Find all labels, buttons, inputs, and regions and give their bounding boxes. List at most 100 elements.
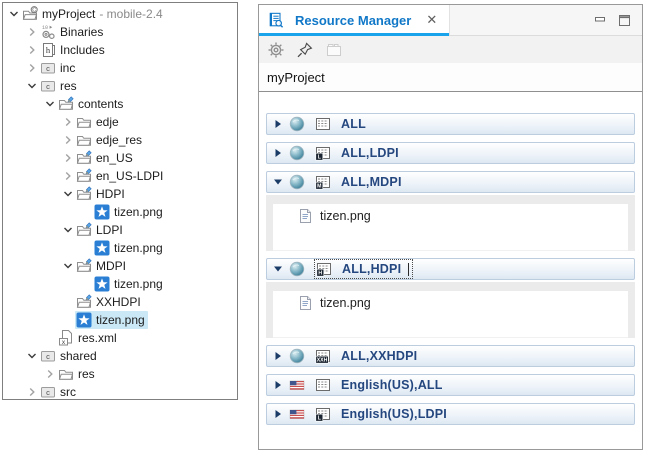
resource-group-label: ALL,HDPI xyxy=(342,262,401,276)
expand-triangle-icon[interactable] xyxy=(273,380,283,390)
svg-text:10: 10 xyxy=(42,25,48,31)
tree-item-hdpi[interactable]: HDPI xyxy=(3,185,237,203)
resource-group-title-area: English(US),ALL xyxy=(315,377,443,393)
collapse-chevron-icon[interactable] xyxy=(61,223,75,237)
tree-item-tizen-png[interactable]: tizen.png xyxy=(3,311,237,329)
collapse-triangle-icon[interactable] xyxy=(273,177,283,187)
res-folder-icon xyxy=(76,150,92,166)
expand-chevron-icon[interactable] xyxy=(61,151,75,165)
c-folder-icon: c xyxy=(40,78,56,94)
collapse-chevron-icon[interactable] xyxy=(61,259,75,273)
project-icon: C xyxy=(22,6,38,22)
tree-item-label: LDPI xyxy=(96,222,123,238)
tree-item-res-xml[interactable]: xres.xml xyxy=(3,329,237,347)
tree-item-contents[interactable]: contents xyxy=(3,95,237,113)
collapse-chevron-icon[interactable] xyxy=(25,79,39,93)
tree-item-tizen-png[interactable]: tizen.png xyxy=(3,239,237,257)
svg-text:c: c xyxy=(46,388,50,397)
collapse-chevron-icon[interactable] xyxy=(61,187,75,201)
tree-indent-spacer xyxy=(61,313,75,327)
tree-item-tizen-png[interactable]: tizen.png xyxy=(3,203,237,221)
project-tree: CmyProject- mobile-2.410BinarieshInclude… xyxy=(3,5,237,400)
tree-indent-spacer xyxy=(79,277,93,291)
expand-triangle-icon[interactable] xyxy=(273,409,283,419)
c-folder-icon: c xyxy=(40,348,56,364)
expand-triangle-icon[interactable] xyxy=(273,148,283,158)
resource-group-header-all-ldpi[interactable]: LALL,LDPI xyxy=(266,142,635,164)
resource-group-title-area: LALL,LDPI xyxy=(315,145,399,161)
expand-chevron-icon[interactable] xyxy=(61,115,75,129)
tree-item-edje-res[interactable]: edje_res xyxy=(3,131,237,149)
tree-item-shared[interactable]: cshared xyxy=(3,347,237,365)
new-view-icon xyxy=(324,40,344,60)
tree-item-src[interactable]: csrc xyxy=(3,383,237,400)
collapse-chevron-icon[interactable] xyxy=(43,97,57,111)
tree-item-label: MDPI xyxy=(96,258,126,274)
expand-chevron-icon[interactable] xyxy=(61,133,75,147)
res-folder-icon xyxy=(76,168,92,184)
expand-triangle-icon[interactable] xyxy=(273,351,283,361)
expand-chevron-icon[interactable] xyxy=(61,169,75,183)
resource-manager-icon xyxy=(268,12,284,28)
tree-item-label: inc xyxy=(60,60,75,76)
resource-group-header-all-mdpi[interactable]: MALL,MDPI xyxy=(266,171,635,193)
tree-item-inc[interactable]: cinc xyxy=(3,59,237,77)
tree-item-myproject[interactable]: CmyProject- mobile-2.4 xyxy=(3,5,237,23)
screen-density-icon: M xyxy=(315,174,331,190)
collapse-chevron-icon[interactable] xyxy=(25,349,39,363)
resource-group-header-english-us-ldpi[interactable]: LEnglish(US),LDPI xyxy=(266,403,635,425)
tree-item-en-us-ldpi[interactable]: en_US-LDPI xyxy=(3,167,237,185)
expand-chevron-icon[interactable] xyxy=(25,25,39,39)
maximize-icon[interactable] xyxy=(617,13,632,28)
collapse-chevron-icon[interactable] xyxy=(7,7,21,21)
tree-indent-spacer xyxy=(79,241,93,255)
res-folder-icon xyxy=(58,96,74,112)
expand-chevron-icon[interactable] xyxy=(25,385,39,399)
settings-gear-icon[interactable] xyxy=(266,40,286,60)
tree-item-res[interactable]: cres xyxy=(3,77,237,95)
svg-text:C: C xyxy=(32,8,36,14)
resource-group-header-english-us-all[interactable]: English(US),ALL xyxy=(266,374,635,396)
collapse-triangle-icon[interactable] xyxy=(273,264,283,274)
svg-text:H: H xyxy=(318,271,322,277)
tab-resource-manager[interactable]: Resource Manager ✕ xyxy=(259,5,450,35)
project-name-row: myProject xyxy=(259,63,642,92)
tree-item-label: tizen.png xyxy=(114,240,163,256)
expand-triangle-icon[interactable] xyxy=(273,119,283,129)
tree-item-tizen-png[interactable]: tizen.png xyxy=(3,275,237,293)
tree-item-label: en_US xyxy=(96,150,133,166)
tizen-icon xyxy=(94,276,110,292)
view-window-controls xyxy=(593,5,642,35)
tree-item-includes[interactable]: hIncludes xyxy=(3,41,237,59)
tree-item-mdpi[interactable]: MDPI xyxy=(3,257,237,275)
resource-group-body: tizen.png xyxy=(266,195,635,251)
resource-group-header-all-xxhdpi[interactable]: XXHALL,XXHDPI xyxy=(266,345,635,367)
xml-icon: x xyxy=(58,330,74,346)
tree-item-edje[interactable]: edje xyxy=(3,113,237,131)
tree-item-label: edje xyxy=(96,114,119,130)
resource-item-tizen-png[interactable]: tizen.png xyxy=(273,204,628,224)
tab-close-icon[interactable]: ✕ xyxy=(426,12,437,28)
minimize-icon[interactable] xyxy=(593,13,608,28)
svg-text:M: M xyxy=(317,184,321,190)
binaries-icon: 10 xyxy=(40,24,56,40)
tree-item-xxhdpi[interactable]: XXHDPI xyxy=(3,293,237,311)
resource-group-header-all-hdpi[interactable]: H ALL,HDPI xyxy=(266,258,635,280)
tree-item-ldpi[interactable]: LDPI xyxy=(3,221,237,239)
tree-item-en-us[interactable]: en_US xyxy=(3,149,237,167)
svg-text:XXH: XXH xyxy=(317,358,328,364)
expand-chevron-icon[interactable] xyxy=(25,61,39,75)
resource-item-tizen-png[interactable]: tizen.png xyxy=(273,291,628,311)
tree-item-label: en_US-LDPI xyxy=(96,168,163,184)
tree-item-label: tizen.png xyxy=(114,204,163,220)
pin-icon[interactable] xyxy=(295,40,315,60)
expand-chevron-icon[interactable] xyxy=(43,367,57,381)
project-explorer-panel: CmyProject- mobile-2.410BinarieshInclude… xyxy=(2,2,238,400)
resource-group-header-all[interactable]: ALL xyxy=(266,113,635,135)
tree-item-label: Includes xyxy=(60,42,105,58)
expand-chevron-icon[interactable] xyxy=(25,43,39,57)
tree-item-binaries[interactable]: 10Binaries xyxy=(3,23,237,41)
tree-item-label: res xyxy=(78,366,95,382)
resource-group-english-us-ldpi: LEnglish(US),LDPI xyxy=(266,403,635,425)
tree-item-res[interactable]: res xyxy=(3,365,237,383)
